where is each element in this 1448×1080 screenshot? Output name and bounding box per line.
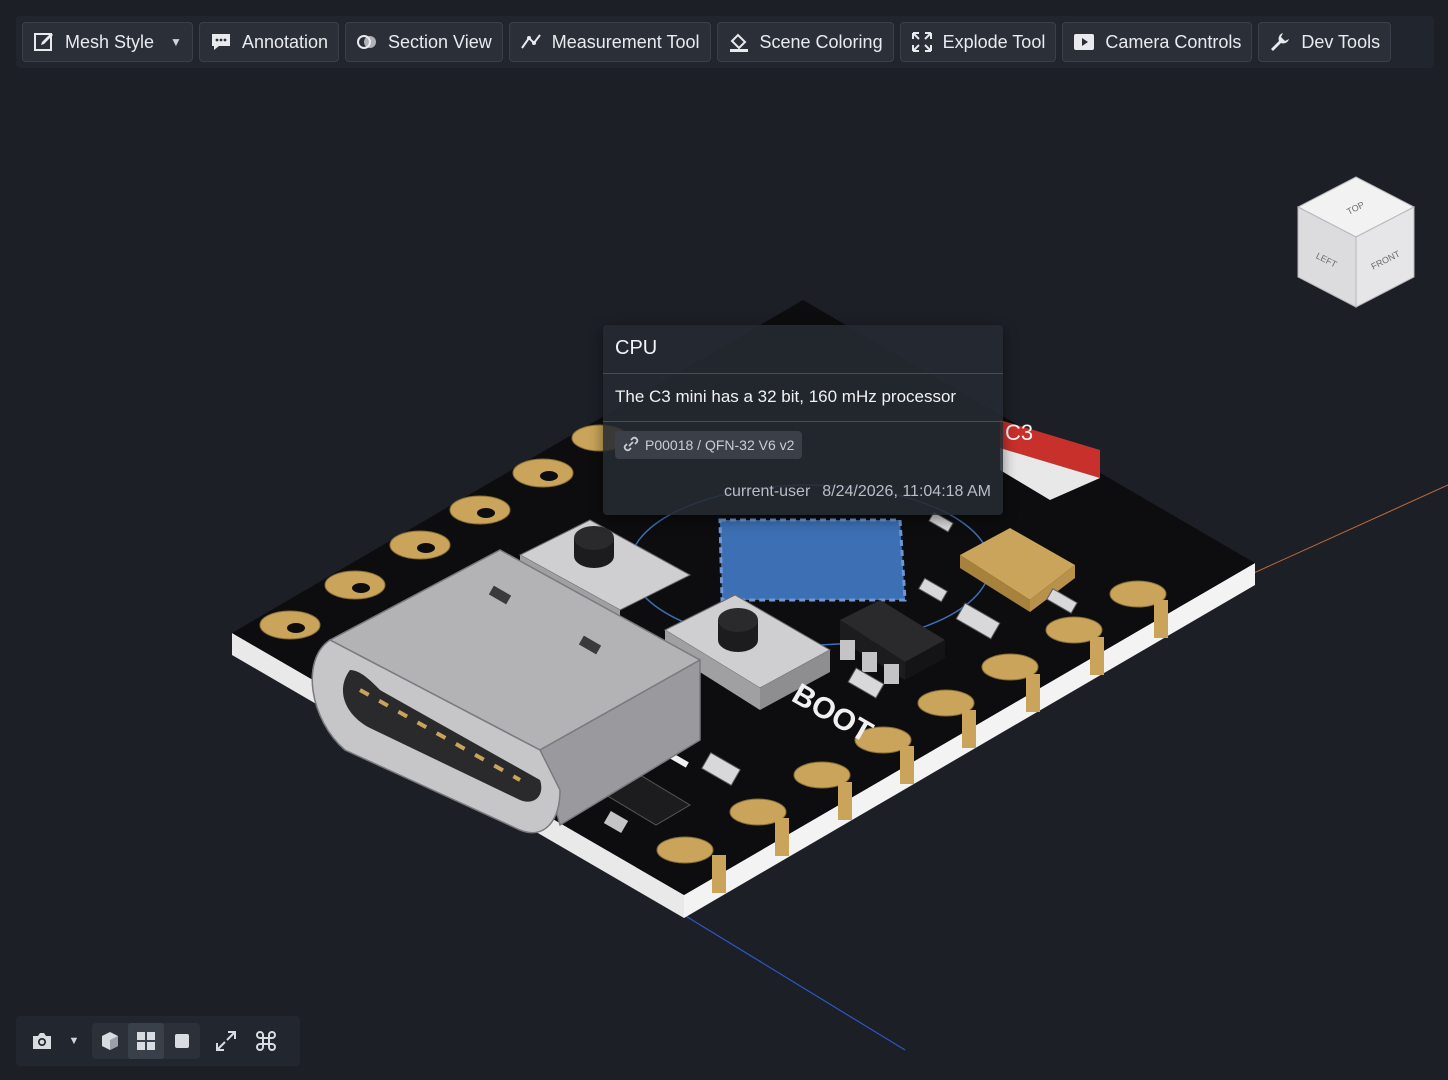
tooltip-user: current-user — [724, 483, 811, 500]
expand-arrows-icon — [911, 31, 933, 53]
annotation-button[interactable]: Annotation — [198, 22, 340, 62]
cube-view-icon[interactable] — [92, 1023, 128, 1059]
command-icon[interactable] — [248, 1023, 284, 1059]
scene-coloring-label: Scene Coloring — [759, 31, 883, 52]
edit-square-icon — [33, 31, 55, 53]
dev-tools-button[interactable]: Dev Tools — [1258, 22, 1392, 62]
view-cube[interactable]: TOP LEFT FRONT — [1292, 175, 1420, 311]
link-icon — [623, 436, 639, 455]
wrench-icon — [1269, 31, 1291, 53]
section-view-icon — [356, 31, 378, 53]
divider — [603, 373, 1003, 374]
tooltip-title: CPU — [615, 337, 658, 359]
mesh-style-button[interactable]: Mesh Style ▼ — [22, 22, 193, 62]
scene-coloring-button[interactable]: Scene Coloring — [716, 22, 894, 62]
tooltip-description: The C3 mini has a 32 bit, 160 mHz proces… — [615, 387, 957, 406]
z-axis-line — [683, 914, 906, 1051]
annotation-label: Annotation — [241, 31, 329, 52]
measurement-tool-label: Measurement Tool — [551, 31, 700, 52]
camera-controls-button[interactable]: Camera Controls — [1062, 22, 1253, 62]
part-link-chip[interactable]: P00018 / QFN-32 V6 v2 — [615, 431, 803, 459]
tooltip-meta: current-user 8/24/2026, 11:04:18 AM — [724, 483, 991, 501]
grid-view-icon[interactable] — [128, 1023, 164, 1059]
view-layout-group — [92, 1023, 200, 1059]
measure-icon — [520, 31, 542, 53]
explode-tool-button[interactable]: Explode Tool — [899, 22, 1057, 62]
chevron-down-icon[interactable]: ▼ — [170, 35, 182, 49]
explode-tool-label: Explode Tool — [942, 31, 1046, 52]
svg-text:C3: C3 — [1005, 420, 1033, 445]
dev-tools-label: Dev Tools — [1301, 31, 1381, 52]
comment-icon — [210, 31, 232, 53]
bottom-toolbar: ▼ — [16, 1016, 300, 1066]
divider — [603, 421, 1003, 422]
single-view-icon[interactable] — [164, 1023, 200, 1059]
camera-icon[interactable] — [24, 1023, 60, 1059]
top-toolbar: Mesh Style ▼ Annotation Section View Mea… — [16, 16, 1434, 68]
cpu-chip[interactable] — [718, 518, 907, 602]
mesh-style-label: Mesh Style — [65, 31, 155, 52]
pcb-model[interactable]: C3 BOOT — [0, 80, 1448, 1080]
paint-bucket-icon — [728, 31, 750, 53]
3d-viewport[interactable]: C3 BOOT TOP LEFT FRONT — [0, 80, 1448, 1080]
fullscreen-icon[interactable] — [208, 1023, 244, 1059]
play-icon — [1073, 31, 1095, 53]
section-view-label: Section View — [388, 31, 492, 52]
tooltip-timestamp: 8/24/2026, 11:04:18 AM — [822, 483, 991, 500]
part-link-label: P00018 / QFN-32 V6 v2 — [645, 437, 795, 453]
measurement-tool-button[interactable]: Measurement Tool — [508, 22, 711, 62]
annotation-tooltip: CPU The C3 mini has a 32 bit, 160 mHz pr… — [603, 325, 1003, 515]
chevron-down-icon[interactable]: ▼ — [64, 1035, 84, 1047]
section-view-button[interactable]: Section View — [345, 22, 503, 62]
camera-controls-label: Camera Controls — [1105, 31, 1242, 52]
